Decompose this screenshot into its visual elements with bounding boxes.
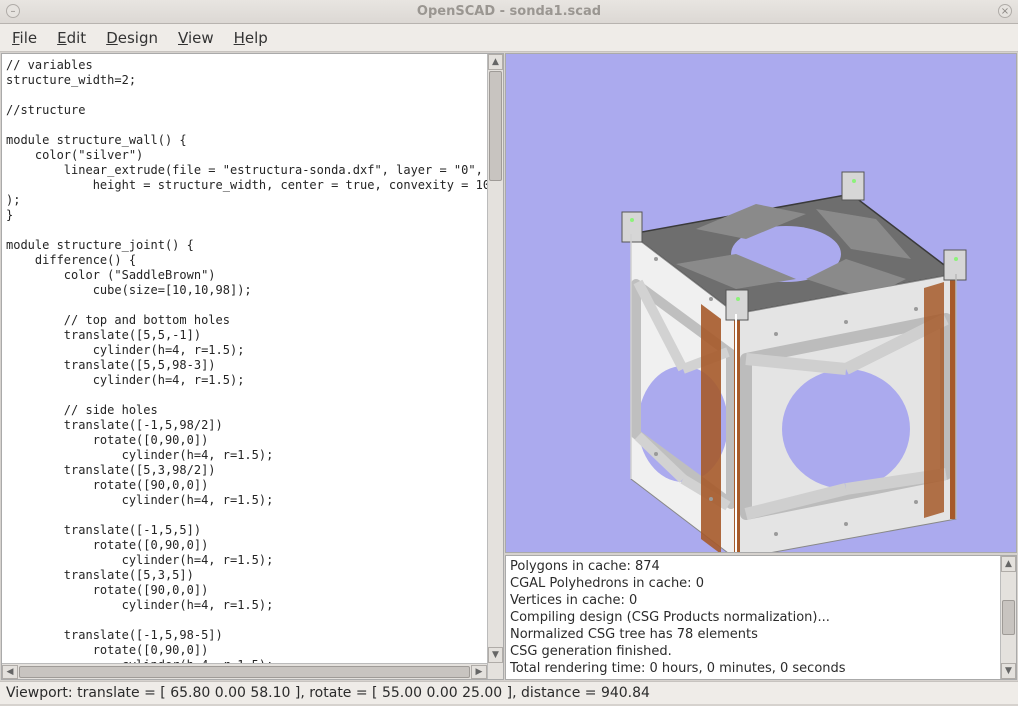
statusbar: Viewport: translate = [ 65.80 0.00 58.10… xyxy=(0,681,1018,704)
console-line: Compiling design (CSG Products normaliza… xyxy=(510,609,996,626)
scroll-up-icon[interactable]: ▲ xyxy=(488,54,503,70)
statusbar-text: Viewport: translate = [ 65.80 0.00 58.10… xyxy=(6,685,650,701)
console-line: Total rendering time: 0 hours, 0 minutes… xyxy=(510,660,996,677)
menu-help[interactable]: Help xyxy=(226,26,276,50)
window-title: OpenSCAD - sonda1.scad xyxy=(0,4,1018,19)
menubar: File Edit Design View Help xyxy=(0,24,1018,52)
menu-edit[interactable]: Edit xyxy=(49,26,94,50)
editor-scrollbar-vertical[interactable]: ▲ ▼ xyxy=(487,54,503,679)
minimize-icon[interactable]: – xyxy=(6,4,20,18)
close-icon[interactable]: × xyxy=(998,4,1012,18)
console-line: Vertices in cache: 0 xyxy=(510,592,996,609)
scroll-left-icon[interactable]: ◀ xyxy=(2,665,18,679)
menu-design[interactable]: Design xyxy=(98,26,166,50)
console-scrollbar-vertical[interactable]: ▲ ▼ xyxy=(1000,556,1016,679)
console-panel: Polygons in cache: 874CGAL Polyhedrons i… xyxy=(505,555,1017,680)
code-text[interactable]: // variables structure_width=2; //struct… xyxy=(2,54,487,679)
console-line: CSG generation finished. xyxy=(510,643,996,660)
editor-scrollbar-horizontal[interactable]: ◀ ▶ xyxy=(2,663,487,679)
scroll-down-icon[interactable]: ▼ xyxy=(1001,663,1016,679)
scroll-down-icon[interactable]: ▼ xyxy=(488,647,503,663)
3d-viewport[interactable] xyxy=(505,53,1017,553)
console-line: Normalized CSG tree has 78 elements xyxy=(510,626,996,643)
console-output[interactable]: Polygons in cache: 874CGAL Polyhedrons i… xyxy=(506,556,1000,679)
console-line: CGAL Polyhedrons in cache: 0 xyxy=(510,575,996,592)
window-titlebar: – OpenSCAD - sonda1.scad × xyxy=(0,0,1018,24)
scroll-thumb-vertical[interactable] xyxy=(1002,600,1015,635)
scroll-thumb-vertical[interactable] xyxy=(489,71,502,181)
scroll-up-icon[interactable]: ▲ xyxy=(1001,556,1016,572)
menu-file[interactable]: File xyxy=(4,26,45,50)
menu-view[interactable]: View xyxy=(170,26,222,50)
code-editor[interactable]: // variables structure_width=2; //struct… xyxy=(1,53,504,680)
console-line: Polygons in cache: 874 xyxy=(510,558,996,575)
scroll-thumb-horizontal[interactable] xyxy=(19,666,470,678)
scroll-right-icon[interactable]: ▶ xyxy=(471,665,487,679)
